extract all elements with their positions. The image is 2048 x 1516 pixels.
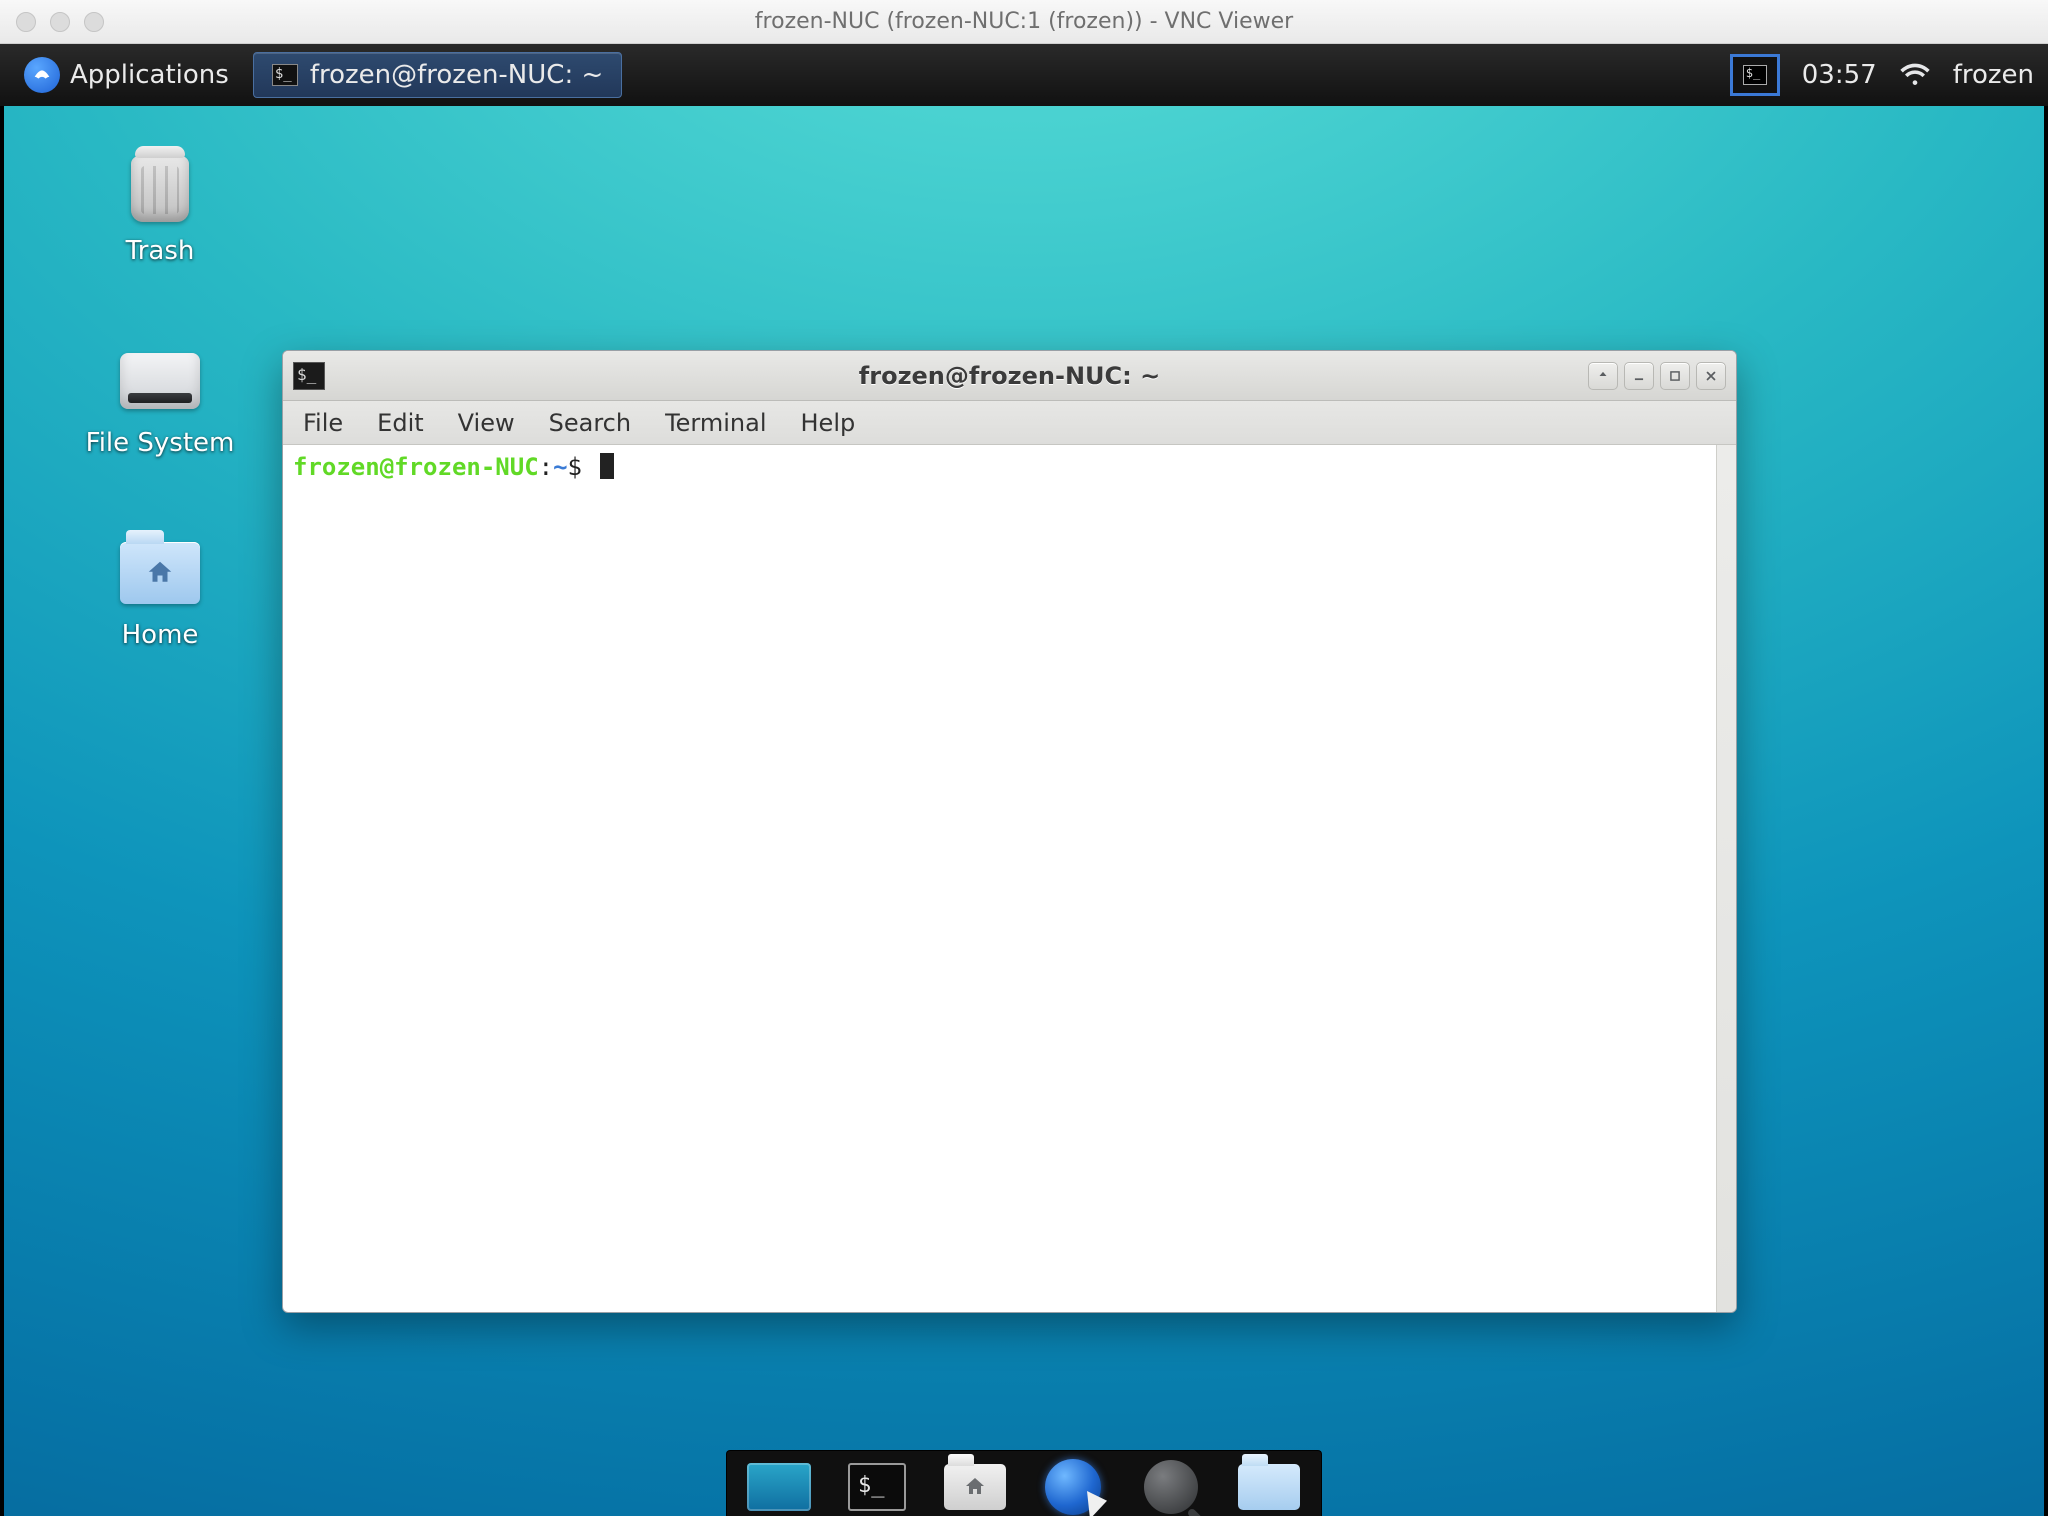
globe-icon	[1045, 1459, 1101, 1515]
dock-web-browser[interactable]	[1039, 1459, 1107, 1515]
desktop-icon-filesystem-label: File System	[86, 428, 235, 458]
prompt-separator: :	[539, 453, 553, 481]
prompt-path: ~	[553, 453, 567, 481]
applications-menu-label: Applications	[70, 60, 229, 90]
desktop-icon-trash-label: Trash	[126, 236, 195, 266]
trash-icon	[131, 156, 189, 222]
dock-show-desktop[interactable]	[745, 1459, 813, 1515]
menu-file[interactable]: File	[303, 409, 343, 437]
terminal-icon	[848, 1463, 906, 1511]
file-manager-icon	[944, 1464, 1006, 1510]
terminal-body: frozen@frozen-NUC:~$	[283, 445, 1736, 1312]
terminal-window[interactable]: frozen@frozen-NUC: ~	[282, 350, 1737, 1313]
terminal-thumbnail-icon	[1743, 65, 1767, 85]
terminal-text-area[interactable]: frozen@frozen-NUC:~$	[283, 445, 1716, 1312]
mac-traffic-lights	[16, 12, 104, 32]
desktop-icon-home-label: Home	[122, 620, 199, 650]
menu-terminal[interactable]: Terminal	[665, 409, 766, 437]
vnc-window-title: frozen-NUC (frozen-NUC:1 (frozen)) - VNC…	[0, 9, 2048, 34]
home-icon	[944, 1464, 1006, 1510]
folder-icon	[1238, 1464, 1300, 1510]
applications-menu-button[interactable]: Applications	[14, 53, 239, 97]
traffic-zoom-icon[interactable]	[84, 12, 104, 32]
remote-desktop[interactable]: Applications frozen@frozen-NUC: ~ 03:57 …	[0, 44, 2048, 1516]
home-icon	[120, 542, 200, 604]
menu-search[interactable]: Search	[549, 409, 631, 437]
prompt-user-host: frozen@frozen-NUC	[293, 453, 539, 481]
dock-file-manager[interactable]	[941, 1459, 1009, 1515]
window-switcher-button[interactable]	[1730, 54, 1780, 96]
terminal-scrollbar[interactable]	[1716, 445, 1736, 1312]
panel-username[interactable]: frozen	[1953, 60, 2034, 90]
terminal-cursor-icon	[600, 453, 614, 479]
terminal-app-icon	[293, 362, 325, 390]
window-maximize-button[interactable]	[1660, 362, 1690, 390]
panel-right-group: 03:57 frozen	[1730, 54, 2034, 96]
prompt-symbol: $	[568, 453, 582, 481]
desktop-icon-filesystem[interactable]: File System	[80, 346, 240, 458]
menu-edit[interactable]: Edit	[377, 409, 423, 437]
dock-terminal[interactable]	[843, 1459, 911, 1515]
taskbar-item-terminal-label: frozen@frozen-NUC: ~	[310, 60, 603, 90]
terminal-window-controls	[1588, 362, 1726, 390]
traffic-minimize-icon[interactable]	[50, 12, 70, 32]
remote-border-left	[0, 44, 4, 1516]
dock-app-finder[interactable]	[1137, 1459, 1205, 1515]
terminal-titlebar[interactable]: frozen@frozen-NUC: ~	[283, 351, 1736, 401]
vnc-titlebar[interactable]: frozen-NUC (frozen-NUC:1 (frozen)) - VNC…	[0, 0, 2048, 44]
xfce-bottom-dock	[726, 1450, 1322, 1516]
network-wifi-icon[interactable]	[1899, 59, 1931, 91]
taskbar-item-terminal[interactable]: frozen@frozen-NUC: ~	[253, 52, 622, 98]
xfce-logo-icon	[24, 57, 60, 93]
folder-icon	[120, 542, 200, 604]
xfce-top-panel: Applications frozen@frozen-NUC: ~ 03:57 …	[0, 44, 2048, 106]
dock-folder[interactable]	[1235, 1459, 1303, 1515]
terminal-window-title: frozen@frozen-NUC: ~	[283, 362, 1736, 390]
drive-icon	[120, 353, 200, 409]
desktop-icons: Trash File System Home	[80, 154, 240, 650]
panel-clock[interactable]: 03:57	[1802, 60, 1877, 90]
desktop-icon-home[interactable]: Home	[80, 538, 240, 650]
terminal-icon	[272, 64, 298, 86]
window-close-button[interactable]	[1696, 362, 1726, 390]
traffic-close-icon[interactable]	[16, 12, 36, 32]
vnc-viewer-window: frozen-NUC (frozen-NUC:1 (frozen)) - VNC…	[0, 0, 2048, 1516]
desktop-icon-trash[interactable]: Trash	[80, 154, 240, 266]
terminal-menubar: File Edit View Search Terminal Help	[283, 401, 1736, 445]
window-keep-above-button[interactable]	[1588, 362, 1618, 390]
show-desktop-icon	[747, 1463, 811, 1511]
remote-border-right	[2044, 44, 2048, 1516]
menu-view[interactable]: View	[458, 409, 515, 437]
magnifier-icon	[1144, 1460, 1198, 1514]
window-minimize-button[interactable]	[1624, 362, 1654, 390]
menu-help[interactable]: Help	[801, 409, 856, 437]
